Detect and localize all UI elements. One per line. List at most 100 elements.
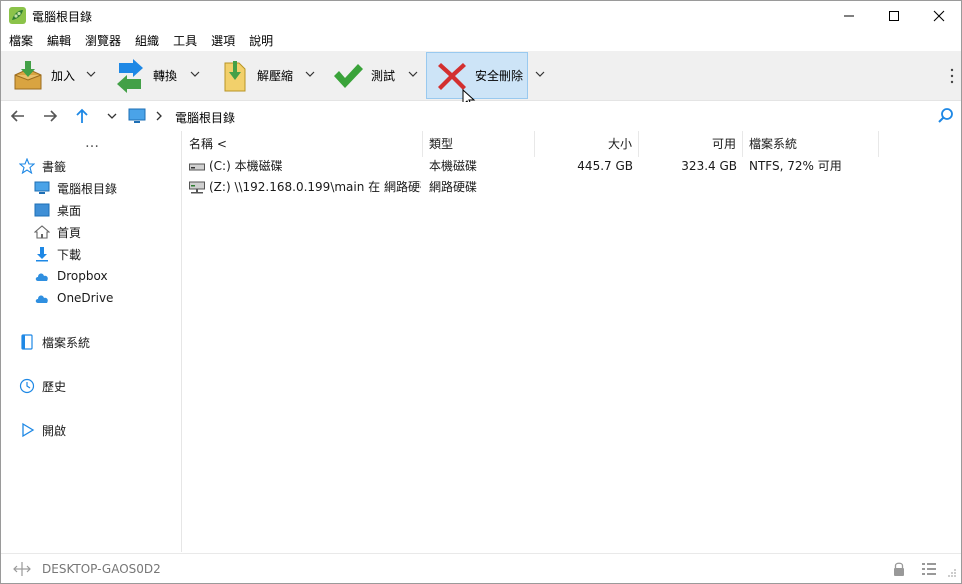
menu-options[interactable]: 選項: [211, 31, 235, 51]
computer-icon: [34, 181, 50, 194]
address-bar: 電腦根目錄: [1, 102, 961, 130]
secure-delete-dropdown-icon[interactable]: [534, 68, 546, 80]
table-row[interactable]: (Z:) \\192.168.0.199\main 在 網路硬碟 網路硬碟: [183, 177, 961, 198]
maximize-icon: [889, 11, 899, 21]
column-header-type[interactable]: 類型: [423, 131, 535, 157]
cell-filesystem: [749, 177, 879, 198]
maximize-button[interactable]: [871, 1, 917, 31]
sidebar: … 書籤 電腦根目錄 桌面 首頁 下載 Dropbox OneDrive 檔案系…: [1, 131, 182, 552]
sidebar-item-downloads[interactable]: 下載: [34, 244, 81, 264]
sidebar-item-filesystem[interactable]: 檔案系統: [19, 332, 90, 352]
cell-size: 445.7 GB: [577, 159, 633, 173]
history-dropdown-icon[interactable]: [105, 107, 119, 125]
add-dropdown-icon[interactable]: [85, 68, 97, 80]
add-button[interactable]: 加入: [3, 52, 97, 99]
sidebar-item-label: 電腦根目錄: [57, 181, 118, 196]
back-arrow-icon[interactable]: [9, 107, 27, 125]
sidebar-item-label: 桌面: [57, 203, 82, 218]
app-window: 電腦根目錄 檔案 編輯 瀏覽器 組織 工具 選項 說明 加入 轉換 解壓縮 測試…: [0, 0, 962, 584]
delete-x-icon: [438, 62, 466, 90]
play-triangle-icon: [22, 422, 35, 438]
forward-arrow-icon[interactable]: [41, 107, 59, 125]
status-bar: DESKTOP-GAOS0D2: [1, 553, 961, 583]
sidebar-item-label: Dropbox: [57, 269, 108, 283]
search-icon[interactable]: [937, 107, 955, 125]
column-header-name[interactable]: 名稱 <: [183, 131, 423, 157]
lock-icon[interactable]: [892, 561, 906, 577]
download-icon: [36, 247, 48, 262]
network-drive-icon: [189, 181, 205, 194]
sidebar-filesystem-label: 檔案系統: [42, 335, 91, 350]
extract-dropdown-icon[interactable]: [304, 68, 316, 80]
close-button[interactable]: [916, 1, 962, 31]
clock-icon: [19, 378, 35, 394]
sidebar-item-onedrive[interactable]: OneDrive: [34, 288, 113, 308]
up-arrow-icon[interactable]: [73, 107, 91, 125]
cell-free: [639, 177, 737, 198]
app-logo-icon: [9, 7, 26, 24]
menu-organize[interactable]: 組織: [135, 31, 159, 51]
checkmark-icon: [334, 63, 363, 88]
sidebar-item-open[interactable]: 開啟: [19, 420, 66, 440]
column-header-filesystem[interactable]: 檔案系統: [743, 131, 879, 157]
extract-icon: [224, 60, 246, 91]
details-view-icon[interactable]: [921, 561, 937, 577]
title-bar: 電腦根目錄: [1, 1, 961, 31]
cloud-icon: [35, 295, 48, 303]
menu-help[interactable]: 說明: [249, 31, 273, 51]
cell-size: [535, 177, 633, 198]
sidebar-item-label: 下載: [57, 247, 82, 262]
cell-type: 網路硬碟: [429, 180, 478, 194]
home-icon: [34, 225, 50, 239]
sidebar-item-computer[interactable]: 電腦根目錄: [34, 178, 117, 198]
cell-name: (Z:) \\192.168.0.199\main 在 網路硬碟: [209, 180, 421, 194]
add-archive-icon: [14, 60, 42, 89]
test-dropdown-icon[interactable]: [407, 68, 419, 80]
sidebar-item-history[interactable]: 歷史: [19, 376, 66, 396]
extract-button[interactable]: 解壓縮: [209, 52, 319, 99]
cell-type: 本機磁碟: [429, 159, 478, 173]
menu-bar: 檔案 編輯 瀏覽器 組織 工具 選項 說明: [1, 31, 961, 51]
menu-file[interactable]: 檔案: [9, 31, 33, 51]
sidebar-open-label: 開啟: [42, 423, 67, 438]
column-header-free[interactable]: 可用: [639, 131, 743, 157]
close-icon: [933, 10, 945, 22]
sidebar-item-label: 首頁: [57, 225, 82, 240]
toolbar: 加入 轉換 解壓縮 測試 安全刪除: [1, 51, 961, 109]
drive-icon: [189, 163, 205, 171]
secure-delete-label: 安全刪除: [475, 69, 524, 83]
convert-icon: [117, 58, 143, 93]
sidebar-options-icon[interactable]: …: [85, 135, 100, 151]
computer-name: DESKTOP-GAOS0D2: [42, 562, 161, 576]
more-options-icon[interactable]: [949, 67, 955, 85]
sidebar-bookmarks-label: 書籤: [42, 159, 67, 174]
breadcrumb-path[interactable]: 電腦根目錄: [175, 109, 235, 126]
cloud-icon: [35, 273, 48, 281]
minimize-button[interactable]: [826, 1, 872, 31]
table-row[interactable]: (C:) 本機磁碟 本機磁碟 445.7 GB 323.4 GB NTFS, 7…: [183, 156, 961, 177]
test-label: 測試: [371, 69, 396, 83]
resize-grip-icon[interactable]: [947, 568, 957, 578]
extract-label: 解壓縮: [257, 69, 294, 83]
filesystem-icon: [21, 334, 33, 350]
sidebar-item-desktop[interactable]: 桌面: [34, 200, 81, 220]
sidebar-item-home[interactable]: 首頁: [34, 222, 81, 242]
secure-delete-button[interactable]: 安全刪除: [426, 52, 528, 99]
sidebar-history-label: 歷史: [42, 379, 67, 394]
sidebar-item-bookmarks[interactable]: 書籤: [19, 156, 66, 176]
desktop-icon: [34, 203, 50, 217]
cell-free: 323.4 GB: [681, 159, 737, 173]
sidebar-item-dropbox[interactable]: Dropbox: [34, 266, 108, 286]
breadcrumb-chevron-icon: [156, 111, 162, 121]
add-label: 加入: [51, 69, 76, 83]
convert-dropdown-icon[interactable]: [189, 68, 201, 80]
file-list: 名稱 < 類型 大小 可用 檔案系統 (C:) 本機磁碟 本機磁碟 445.7 …: [183, 131, 961, 552]
window-title: 電腦根目錄: [32, 10, 93, 24]
cell-filesystem: NTFS, 72% 可用: [749, 159, 842, 173]
column-header-size[interactable]: 大小: [535, 131, 639, 157]
menu-edit[interactable]: 編輯: [47, 31, 71, 51]
convert-label: 轉換: [153, 69, 178, 83]
menu-tools[interactable]: 工具: [173, 31, 197, 51]
menu-browser[interactable]: 瀏覽器: [85, 31, 121, 51]
cell-name: (C:) 本機磁碟: [209, 159, 283, 173]
